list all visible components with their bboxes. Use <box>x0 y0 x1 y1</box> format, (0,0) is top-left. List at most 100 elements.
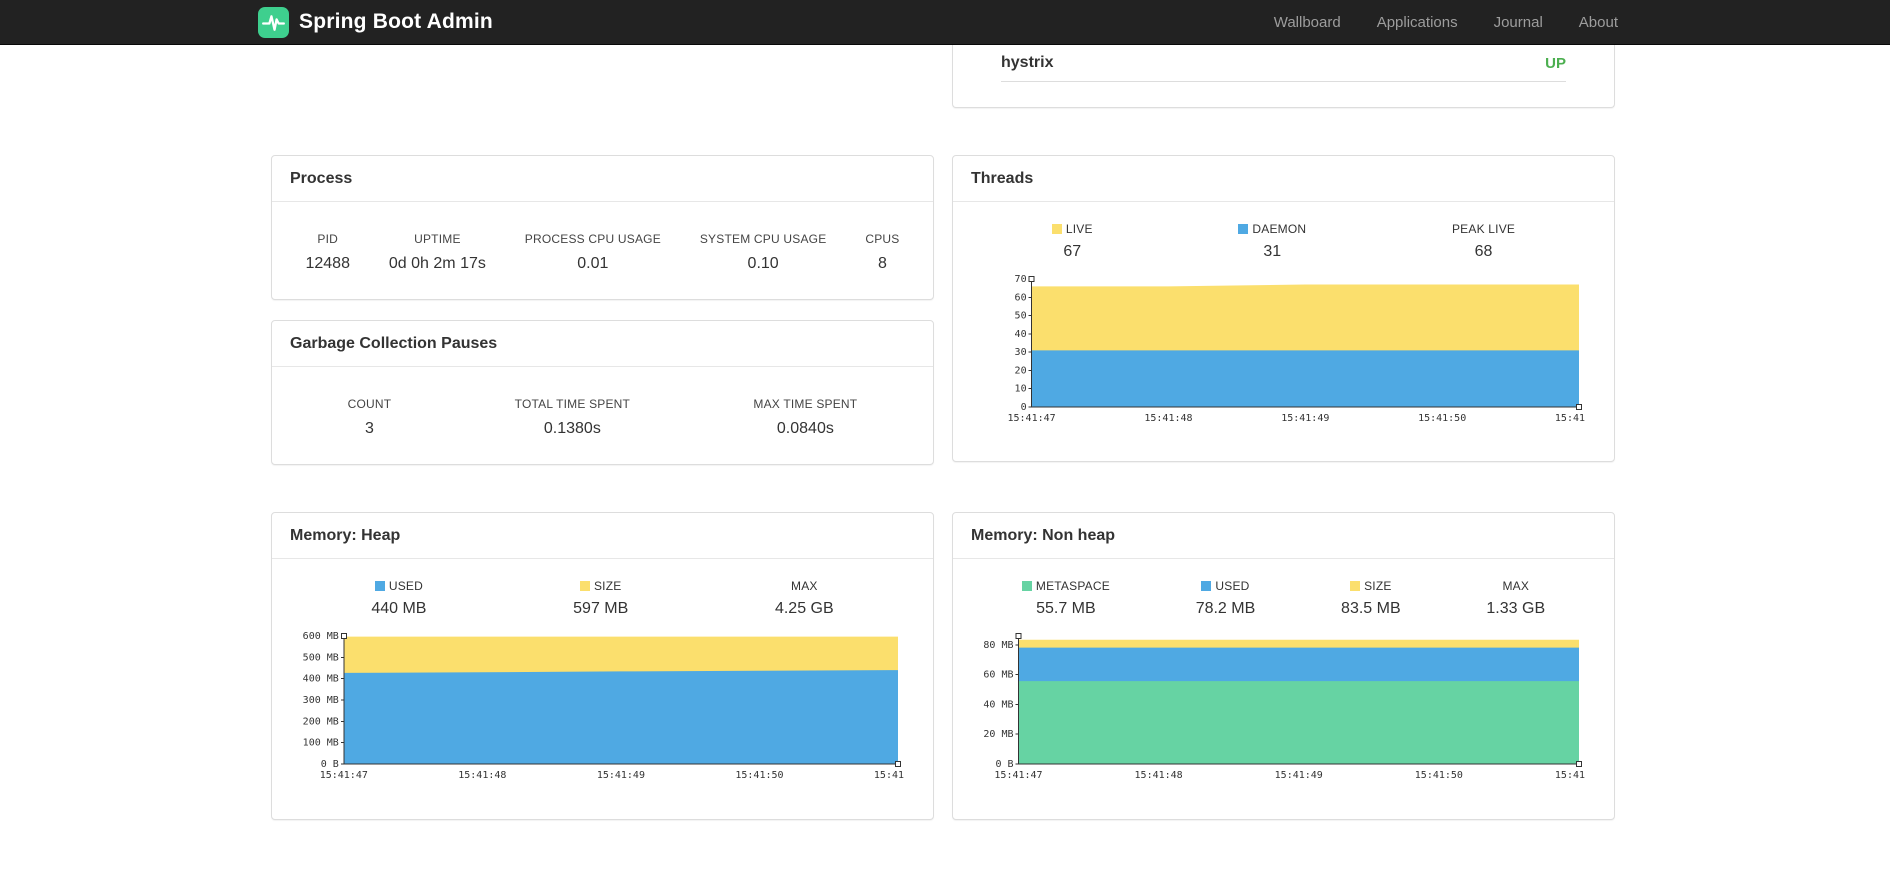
metric-label: PID <box>317 232 339 246</box>
svg-text:60: 60 <box>1015 292 1027 303</box>
metric-uptime: UPTIME 0d 0h 2m 17s <box>389 232 486 273</box>
threads-panel: Threads LIVE 67 DAEMON 31 PEAK LIVE 68 0… <box>952 155 1615 462</box>
metric-value: 8 <box>877 255 887 272</box>
memory-nonheap-chart: 0 B 20 MB 40 MB 60 MB 80 MB 15:41:47 15:41:48 1… <box>983 633 1603 781</box>
svg-text:40: 40 <box>1015 329 1027 340</box>
brand[interactable]: Spring Boot Admin <box>258 6 493 38</box>
metric-value: 3 <box>365 420 374 437</box>
legend-value: 31 <box>1263 243 1282 260</box>
metric-system-cpu-usage: SYSTEM CPU USAGE 0.10 <box>700 232 827 273</box>
legend-label: LIVE <box>1065 222 1093 236</box>
gc-metrics: COUNT 3 TOTAL TIME SPENT 0.1380s MAX TIM… <box>272 367 933 438</box>
legend-live: LIVE 67 <box>1051 222 1093 261</box>
process-panel: Process PID 12488 UPTIME 0d 0h 2m 17s PR… <box>271 155 934 300</box>
svg-text:30: 30 <box>1015 347 1027 358</box>
legend-label: MAX <box>1502 579 1530 593</box>
metric-label: PROCESS CPU USAGE <box>524 232 661 246</box>
metric-max-time-spent: MAX TIME SPENT 0.0840s <box>753 397 857 438</box>
svg-text:15:41:49: 15:41:49 <box>597 770 645 781</box>
threads-legend: LIVE 67 DAEMON 31 PEAK LIVE 68 <box>953 202 1614 261</box>
legend-value: 78.2 MB <box>1195 600 1256 617</box>
memory-nonheap-panel: Memory: Non heap METASPACE 55.7 MB USED … <box>952 512 1615 820</box>
legend-max: MAX 4.25 GB <box>775 579 834 618</box>
metaspace-swatch-icon <box>1021 581 1032 591</box>
metric-value: 0.10 <box>747 255 779 272</box>
legend-label: USED <box>1215 579 1250 593</box>
svg-text:15:41:50: 15:41:50 <box>1415 770 1463 781</box>
svg-text:15:41:47: 15:41:47 <box>320 770 368 781</box>
legend-used: USED 440 MB <box>371 579 426 618</box>
svg-text:50: 50 <box>1015 311 1027 322</box>
nav-link-wallboard[interactable]: Wallboard <box>1274 14 1341 31</box>
size-swatch-icon <box>579 581 590 591</box>
memory-heap-panel: Memory: Heap USED 440 MB SIZE 597 MB MAX… <box>271 512 934 820</box>
metric-label: UPTIME <box>414 232 461 246</box>
legend-value: 83.5 MB <box>1341 600 1401 617</box>
nav-link-applications[interactable]: Applications <box>1377 14 1458 31</box>
svg-text:600 MB: 600 MB <box>303 631 339 642</box>
size-swatch-icon <box>1350 581 1361 591</box>
svg-text:15:41:51: 15:41:51 <box>874 770 906 781</box>
daemon-swatch-icon <box>1238 224 1249 234</box>
svg-text:15:41:49: 15:41:49 <box>1275 770 1323 781</box>
legend-value: 55.7 MB <box>1036 600 1096 617</box>
metric-total-time-spent: TOTAL TIME SPENT 0.1380s <box>515 397 630 438</box>
legend-label: USED <box>388 579 423 593</box>
svg-text:15:41:50: 15:41:50 <box>1418 413 1466 424</box>
legend-value: 68 <box>1474 243 1493 260</box>
brand-title: Spring Boot Admin <box>299 10 493 33</box>
legend-value: 597 MB <box>573 600 629 617</box>
legend-value: 67 <box>1063 243 1082 260</box>
legend-used: USED 78.2 MB <box>1196 579 1256 618</box>
nonheap-chart-wrap: 0 B 20 MB 40 MB 60 MB 80 MB 15:41:47 15:41:48 1… <box>953 618 1614 791</box>
nav-links: Wallboard Applications Journal About <box>1274 14 1618 31</box>
nav-link-journal[interactable]: Journal <box>1494 14 1543 31</box>
legend-label: PEAK LIVE <box>1451 222 1516 236</box>
top-navbar: Spring Boot Admin Wallboard Applications… <box>0 0 1890 45</box>
process-metrics: PID 12488 UPTIME 0d 0h 2m 17s PROCESS CP… <box>272 202 933 273</box>
nav-link-about[interactable]: About <box>1579 14 1618 31</box>
legend-metaspace: METASPACE 55.7 MB <box>1021 579 1110 618</box>
metric-cpus: CPUS 8 <box>865 232 899 273</box>
svg-text:60 MB: 60 MB <box>983 670 1013 681</box>
legend-value: 1.33 GB <box>1486 600 1546 617</box>
legend-daemon: DAEMON 31 <box>1238 222 1306 261</box>
legend-label: METASPACE <box>1035 579 1110 593</box>
svg-text:0: 0 <box>1021 402 1027 413</box>
svg-text:15:41:47: 15:41:47 <box>994 770 1042 781</box>
health-row-hystrix[interactable]: hystrix UP <box>1001 45 1566 82</box>
legend-label: MAX <box>791 579 818 593</box>
metric-value: 0.0840s <box>776 420 834 437</box>
metric-label: TOTAL TIME SPENT <box>514 397 631 411</box>
svg-text:20 MB: 20 MB <box>983 729 1013 740</box>
svg-text:10: 10 <box>1015 384 1027 395</box>
legend-label: SIZE <box>1364 579 1392 593</box>
metric-label: MAX TIME SPENT <box>753 397 858 411</box>
svg-text:15:41:48: 15:41:48 <box>1135 770 1183 781</box>
heap-chart-wrap: 0 B 100 MB 200 MB 300 MB 400 MB 500 MB 600 MB 1… <box>272 618 933 791</box>
panel-title: Threads <box>953 156 1614 202</box>
metric-value: 0.1380s <box>543 420 601 437</box>
legend-size: SIZE 83.5 MB <box>1341 579 1401 618</box>
svg-text:70: 70 <box>1015 274 1027 285</box>
used-swatch-icon <box>374 581 385 591</box>
svg-text:20: 20 <box>1015 365 1027 376</box>
panel-title: Memory: Non heap <box>953 513 1614 559</box>
metric-count: COUNT 3 <box>348 397 392 438</box>
svg-text:400 MB: 400 MB <box>303 674 339 685</box>
metric-value: 0.01 <box>577 255 609 272</box>
metric-value: 0d 0h 2m 17s <box>388 255 486 272</box>
panel-title: Garbage Collection Pauses <box>272 321 933 367</box>
health-panel: hystrix UP <box>952 45 1615 108</box>
legend-size: SIZE 597 MB <box>573 579 628 618</box>
svg-text:100 MB: 100 MB <box>303 738 339 749</box>
threads-chart-wrap: 0 10 20 30 40 50 60 70 15:41:47 15:41:48 15:41:49 1… <box>953 261 1614 434</box>
legend-value: 440 MB <box>371 600 427 617</box>
metric-label: COUNT <box>347 397 392 411</box>
metric-pid: PID 12488 <box>305 232 350 273</box>
memory-heap-chart: 0 B 100 MB 200 MB 300 MB 400 MB 500 MB 600 MB 1… <box>303 631 922 781</box>
svg-text:200 MB: 200 MB <box>303 716 339 727</box>
svg-text:80 MB: 80 MB <box>983 640 1013 651</box>
gc-pauses-panel: Garbage Collection Pauses COUNT 3 TOTAL … <box>271 320 934 465</box>
svg-text:15:41:48: 15:41:48 <box>458 770 506 781</box>
